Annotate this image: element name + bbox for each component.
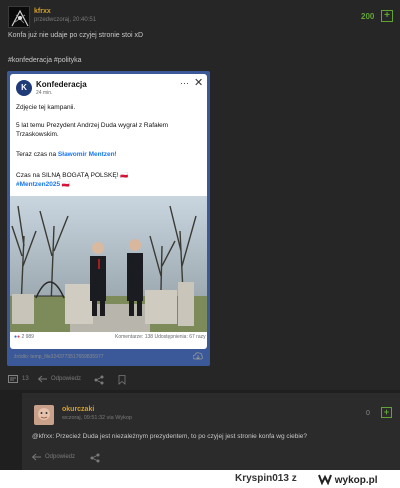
fb-reactions: ●● 2 989 <box>14 334 34 340</box>
campaign-photo <box>10 196 207 332</box>
reply-via: via Wykop <box>106 415 132 421</box>
entry-post: kfrxx przedwczoraj, 20:40:51 200 + Konfa… <box>0 0 400 390</box>
bookmark-icon[interactable] <box>118 375 126 385</box>
fb-mention: Sławomir Mentzen <box>57 151 115 158</box>
reply-icon[interactable] <box>38 375 48 384</box>
more-icon: ··· <box>180 78 189 88</box>
embedded-screenshot[interactable]: K Konfederacja 24 min. ··· ✕ Zdjęcie tej… <box>10 74 207 349</box>
post-body: Konfa już nie udaje po czyjej stronie st… <box>8 32 144 39</box>
fb-line-4-post: ! <box>114 151 117 158</box>
avatar-image <box>9 7 29 27</box>
share-icon[interactable] <box>90 453 100 463</box>
author-name[interactable]: kfrxx <box>34 8 51 15</box>
wykop-logo-icon <box>318 474 332 486</box>
fb-line-2: 5 lat temu Prezydent Andrzej Duda wygrał… <box>16 122 169 129</box>
fb-line-3: Trzaskowskim. <box>16 131 59 138</box>
fb-comments: Komentarze: 138 <box>115 334 154 340</box>
reply-button[interactable]: Odpowiedz <box>45 454 75 460</box>
fb-page-name: Konfederacja <box>36 80 87 89</box>
reply-upvote-button[interactable]: + <box>381 407 392 418</box>
post-tags[interactable]: #konfederacja #polityka <box>8 57 82 64</box>
close-icon: ✕ <box>194 77 204 89</box>
fb-post-time: 24 min. <box>36 90 53 96</box>
comment-count[interactable]: 13 <box>22 376 29 382</box>
reaction-count: 2 989 <box>21 334 34 340</box>
page-logo-icon: K <box>16 80 32 96</box>
watermark-user: Kryspin013 z <box>235 473 297 484</box>
wykop-brand: wykop.pl <box>334 475 378 486</box>
fb-line-6: #Mentzen2025 🇵🇱 <box>16 180 70 188</box>
avatar[interactable] <box>34 405 54 425</box>
share-icon[interactable] <box>94 375 104 385</box>
fb-hashtag: #Mentzen2025 <box>16 181 61 188</box>
fb-line-6-post: 🇵🇱 <box>60 181 70 188</box>
comment-reply: okurczaki wczoraj, 09:51:32 via Wykop 0 … <box>22 393 400 473</box>
reply-body: @kfrxx: Przecież Duda jest niezależnym p… <box>32 433 308 440</box>
reply-timestamp: wczoraj, 09:51:32 <box>62 415 106 421</box>
avatar-image <box>34 405 54 425</box>
comment-icon[interactable] <box>8 375 18 384</box>
vote-count: 200 <box>361 12 375 21</box>
reply-author-name[interactable]: okurczaki <box>62 406 94 413</box>
reply-icon[interactable] <box>32 453 42 462</box>
avatar[interactable] <box>8 6 30 28</box>
fb-shares: Udostępnienia: 67 razy <box>154 334 206 340</box>
page: kfrxx przedwczoraj, 20:40:51 200 + Konfa… <box>0 0 400 488</box>
love-icon: ● <box>17 334 21 340</box>
watermark-suffix: z <box>291 473 297 484</box>
fb-line-4: Teraz czas na Sławomir Mentzen! <box>16 151 116 158</box>
wykop-logo: wykop.pl <box>318 473 378 486</box>
cloud-download-icon[interactable] <box>193 352 203 361</box>
photo-illustration <box>10 196 207 332</box>
fb-line-4-pre: Teraz czas na <box>16 151 58 158</box>
watermark-bar: Kryspin013 z wykop.pl <box>0 470 400 488</box>
watermark-username: Kryspin013 <box>235 473 289 484</box>
fb-line-1: Zdjęcie tej kampanii. <box>16 104 76 111</box>
image-source[interactable]: źródło: temp_file3243773517659835977 <box>14 354 104 360</box>
fb-line-5: Czas na SILNĄ BOGATĄ POLSKĘ! 🇵🇱 <box>16 172 129 179</box>
upvote-button[interactable]: + <box>381 10 393 22</box>
post-timestamp: przedwczoraj, 20:40:51 <box>34 17 97 23</box>
reply-vote-count: 0 <box>366 410 370 417</box>
reply-button[interactable]: Odpowiedz <box>51 376 81 382</box>
fb-stats: Komentarze: 138 Udostępnienia: 67 razy <box>115 334 206 340</box>
reply-meta: wczoraj, 09:51:32 via Wykop <box>62 415 132 421</box>
